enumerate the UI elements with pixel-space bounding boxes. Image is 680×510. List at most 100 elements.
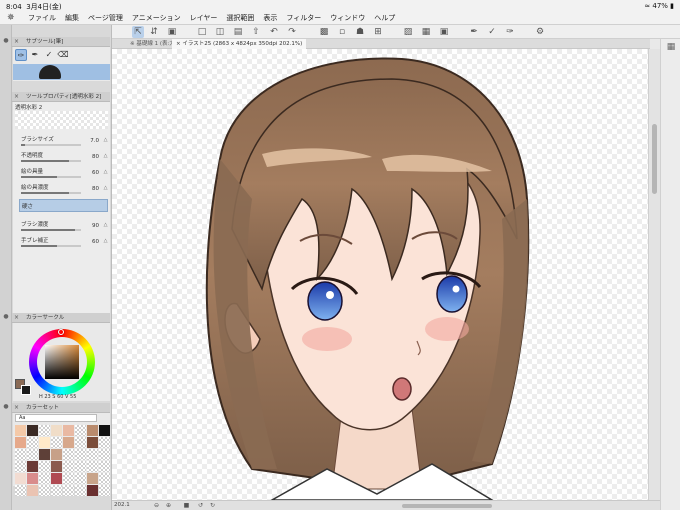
- menu-item[interactable]: 表示: [263, 13, 277, 24]
- menu-item[interactable]: ページ管理: [88, 13, 123, 24]
- property-slider[interactable]: [21, 176, 81, 178]
- watercolor-tool-icon[interactable]: ✒: [29, 49, 41, 61]
- zoom-value[interactable]: 202.1: [114, 502, 130, 508]
- zoom-in-icon[interactable]: ⊕: [164, 501, 173, 510]
- pressure-icon[interactable]: △: [102, 169, 109, 176]
- color-swatch[interactable]: [27, 449, 38, 460]
- saturation-value-square[interactable]: [45, 345, 79, 379]
- color-swatch[interactable]: [99, 461, 110, 472]
- hue-ring[interactable]: [29, 329, 95, 395]
- color-swatch[interactable]: [75, 485, 86, 496]
- menu-item[interactable]: ファイル: [28, 13, 56, 24]
- menu-item[interactable]: レイヤー: [190, 13, 218, 24]
- menu-item[interactable]: ウィンドウ: [330, 13, 365, 24]
- hue-marker[interactable]: [58, 329, 64, 335]
- color-swatch[interactable]: [51, 437, 62, 448]
- color-swatch[interactable]: [15, 473, 26, 484]
- property-value[interactable]: 80: [92, 154, 99, 160]
- tool-property-header[interactable]: × ツールプロパティ[透明水彩 2]: [12, 92, 110, 102]
- color-swatch[interactable]: [87, 437, 98, 448]
- color-swatch[interactable]: [39, 449, 50, 460]
- horizontal-scroll-thumb[interactable]: [402, 504, 492, 508]
- property-row[interactable]: 絵の具濃度 80 △: [21, 183, 109, 197]
- property-row[interactable]: 絵の具量 60 △: [21, 167, 109, 181]
- pressure-icon[interactable]: △: [102, 238, 109, 245]
- selection-icon[interactable]: ▦: [420, 26, 432, 38]
- vertical-scrollbar[interactable]: [648, 49, 660, 500]
- bucket-icon[interactable]: ☗: [354, 26, 366, 38]
- color-swatch[interactable]: [39, 461, 50, 472]
- color-swatch[interactable]: [87, 449, 98, 460]
- hardness-slider[interactable]: 硬さ: [19, 199, 108, 212]
- property-row[interactable]: 手ブレ補正 60 △: [21, 236, 109, 250]
- menu-item[interactable]: 編集: [65, 13, 79, 24]
- sub-color-swatch[interactable]: [21, 385, 31, 395]
- app-icon[interactable]: ✵: [7, 13, 18, 24]
- export-icon[interactable]: ⇧: [250, 26, 262, 38]
- ruler-icon[interactable]: ✓: [486, 26, 498, 38]
- property-value[interactable]: 60: [92, 239, 99, 245]
- color-swatch[interactable]: [39, 473, 50, 484]
- color-swatch[interactable]: [51, 425, 62, 436]
- settings-icon[interactable]: ⚙: [534, 26, 546, 38]
- color-swatch[interactable]: [15, 485, 26, 496]
- color-swatch[interactable]: [27, 425, 38, 436]
- color-swatch[interactable]: [27, 485, 38, 496]
- arrows-icon[interactable]: ⇵: [148, 26, 160, 38]
- panel-close-icon[interactable]: ×: [14, 313, 19, 323]
- color-swatch[interactable]: [51, 485, 62, 496]
- pressure-icon[interactable]: △: [102, 185, 109, 192]
- color-swatch[interactable]: [63, 437, 74, 448]
- rotate-right-icon[interactable]: ↻: [208, 501, 217, 510]
- pen-icon[interactable]: ✒: [468, 26, 480, 38]
- layer-icon[interactable]: ▣: [166, 26, 178, 38]
- color-swatch[interactable]: [87, 461, 98, 472]
- fill-icon[interactable]: ▩: [318, 26, 330, 38]
- menu-item[interactable]: フィルター: [286, 13, 321, 24]
- eraser-tool-icon[interactable]: ⌫: [57, 49, 69, 61]
- color-swatch[interactable]: [63, 425, 74, 436]
- property-value[interactable]: 7.0: [90, 138, 99, 144]
- tab-illustration[interactable]: × イラスト25 (2863 x 4824px 350dpi 202.1%): [172, 39, 307, 49]
- pressure-icon[interactable]: △: [102, 137, 109, 144]
- color-swatch[interactable]: [75, 437, 86, 448]
- color-swatch[interactable]: [39, 437, 50, 448]
- new-file-icon[interactable]: □: [196, 26, 208, 38]
- color-swatch[interactable]: [75, 449, 86, 460]
- color-swatch[interactable]: [75, 425, 86, 436]
- subtool-panel-header[interactable]: × サブツール[筆]: [12, 37, 110, 47]
- rotate-left-icon[interactable]: ↺: [196, 501, 205, 510]
- color-swatch[interactable]: [15, 461, 26, 472]
- color-swatch[interactable]: [39, 425, 50, 436]
- property-row[interactable]: ブラシサイズ 7.0 △: [21, 135, 109, 149]
- pin-icon-2[interactable]: ●: [2, 313, 10, 321]
- color-swatch[interactable]: [27, 473, 38, 484]
- color-swatch[interactable]: [51, 461, 62, 472]
- transform-icon[interactable]: ⊞: [372, 26, 384, 38]
- property-row[interactable]: ブラシ濃度 90 △: [21, 220, 109, 234]
- color-swatch[interactable]: [99, 437, 110, 448]
- crop-icon[interactable]: ▣: [438, 26, 450, 38]
- property-slider[interactable]: [21, 229, 81, 231]
- deselect-icon[interactable]: ▨: [402, 26, 414, 38]
- property-row[interactable]: 不透明度 80 △: [21, 151, 109, 165]
- pin-icon[interactable]: ●: [2, 37, 10, 45]
- color-swatch[interactable]: [63, 461, 74, 472]
- tool-select-icon[interactable]: ⇱: [132, 26, 144, 38]
- color-swatch[interactable]: [15, 437, 26, 448]
- color-swatch[interactable]: [87, 485, 98, 496]
- color-swatch[interactable]: [75, 461, 86, 472]
- panel-close-icon[interactable]: ×: [14, 37, 19, 47]
- open-icon[interactable]: ◫: [214, 26, 226, 38]
- save-icon[interactable]: ▤: [232, 26, 244, 38]
- color-wheel-header[interactable]: × カラーサークル: [12, 313, 110, 323]
- color-swatch[interactable]: [87, 473, 98, 484]
- brush-tool-icon[interactable]: ✑: [15, 49, 27, 61]
- color-set-header[interactable]: × カラーセット: [12, 403, 110, 413]
- property-slider[interactable]: [21, 245, 81, 247]
- property-slider[interactable]: [21, 192, 81, 194]
- color-swatch[interactable]: [27, 461, 38, 472]
- fit-icon[interactable]: ■: [182, 501, 191, 510]
- color-swatch[interactable]: [15, 425, 26, 436]
- pen-tool-icon[interactable]: ✓: [43, 49, 55, 61]
